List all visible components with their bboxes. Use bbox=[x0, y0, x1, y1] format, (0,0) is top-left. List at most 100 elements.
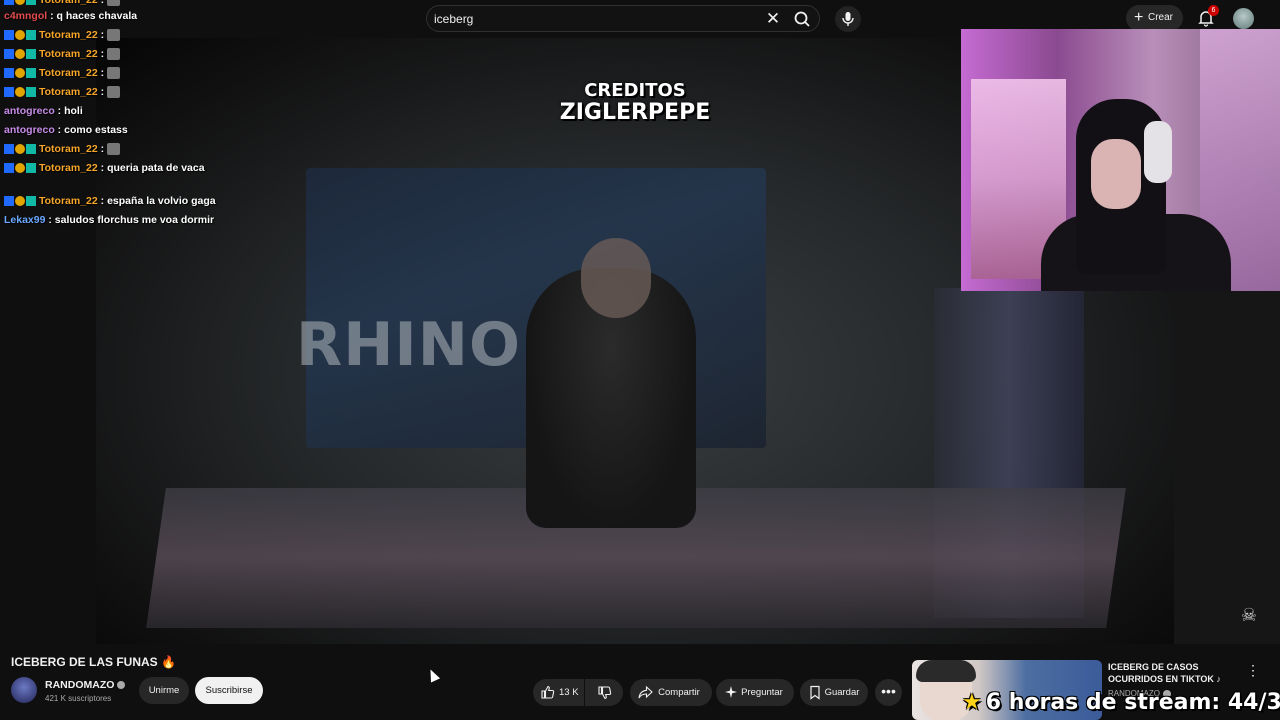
chat-emote-icon bbox=[107, 143, 121, 156]
video-banner-text: RHINO bbox=[296, 310, 521, 380]
chat-badge-icon bbox=[15, 68, 25, 79]
chat-badges bbox=[4, 195, 37, 207]
chat-separator: : bbox=[97, 29, 105, 41]
dislike-button[interactable] bbox=[585, 679, 623, 706]
chat-badge-icon bbox=[26, 196, 36, 207]
chat-message: antogreco : como estass bbox=[4, 124, 128, 136]
plus-icon: + bbox=[1134, 9, 1144, 26]
chat-message-text: españa la volvio gaga bbox=[107, 195, 216, 207]
bookmark-icon bbox=[810, 685, 820, 700]
chat-badges bbox=[4, 48, 37, 60]
chat-badge-icon bbox=[15, 163, 25, 174]
related-video-title[interactable]: ICEBERG DE CASOS OCURRIDOS EN TIKTOK ♪ bbox=[1108, 661, 1238, 685]
notifications-bell-icon[interactable]: 6 bbox=[1196, 5, 1219, 28]
chat-badge-icon bbox=[4, 163, 14, 174]
chat-emote-icon bbox=[107, 48, 121, 61]
save-label: Guardar bbox=[824, 687, 860, 698]
chat-emote-icon bbox=[107, 86, 121, 99]
save-button[interactable]: Guardar bbox=[800, 679, 868, 706]
search-box[interactable]: ✕ bbox=[426, 5, 820, 32]
chat-username[interactable]: Lekax99 bbox=[4, 214, 45, 226]
chat-username[interactable]: Totoram_22 bbox=[39, 86, 98, 98]
chat-username[interactable]: Totoram_22 bbox=[39, 67, 98, 79]
channel-avatar[interactable] bbox=[11, 677, 37, 703]
chat-badge-icon bbox=[4, 87, 14, 98]
chat-badges bbox=[4, 162, 37, 174]
chat-username[interactable]: antogreco bbox=[4, 124, 55, 136]
chat-username[interactable]: Totoram_22 bbox=[39, 29, 98, 41]
chat-badge-icon bbox=[15, 196, 25, 207]
chat-message: Totoram_22 : bbox=[4, 0, 121, 7]
chat-badges bbox=[4, 67, 37, 79]
chat-badge-icon bbox=[15, 49, 25, 60]
channel-name-row[interactable]: RANDOMAZO bbox=[45, 679, 126, 691]
sparkle-icon bbox=[725, 686, 737, 698]
search-icon[interactable] bbox=[791, 9, 813, 29]
thumbs-down-icon bbox=[598, 686, 612, 700]
chat-badges bbox=[4, 143, 37, 155]
user-avatar[interactable] bbox=[1233, 8, 1254, 29]
chat-badges bbox=[4, 29, 37, 41]
clear-search-icon[interactable]: ✕ bbox=[763, 9, 783, 29]
chat-message-text: holi bbox=[64, 105, 83, 117]
subscribe-button[interactable]: Suscribirse bbox=[195, 677, 263, 704]
webcam-headphones bbox=[1144, 121, 1172, 183]
chat-message: Totoram_22 : bbox=[4, 29, 121, 42]
join-button[interactable]: Unirme bbox=[139, 677, 189, 704]
chat-username[interactable]: Totoram_22 bbox=[39, 143, 98, 155]
ask-button[interactable]: Preguntar bbox=[716, 679, 794, 706]
thumbnail-hair bbox=[916, 660, 976, 682]
chat-message: Totoram_22 : bbox=[4, 86, 121, 99]
chat-username[interactable]: Totoram_22 bbox=[39, 0, 98, 6]
chat-message-text: como estass bbox=[64, 124, 128, 136]
chat-separator: : bbox=[45, 214, 52, 226]
chat-separator: : bbox=[97, 67, 105, 79]
chat-badge-icon bbox=[26, 49, 36, 60]
microphone-icon[interactable] bbox=[835, 6, 861, 32]
chat-username[interactable]: c4mngol bbox=[4, 10, 47, 22]
chat-separator: : bbox=[97, 0, 105, 6]
chat-message: Totoram_22 : bbox=[4, 48, 121, 61]
stream-chat-overlay: Totoram_22 : c4mngol : q haces chavala Tot… bbox=[0, 0, 230, 240]
share-label: Compartir bbox=[658, 687, 700, 698]
chat-message: Totoram_22 : bbox=[4, 143, 121, 156]
chat-separator: : bbox=[97, 143, 105, 155]
chat-badge-icon bbox=[26, 87, 36, 98]
star-icon: ★ bbox=[962, 690, 982, 715]
chat-badge-icon bbox=[15, 144, 25, 155]
chat-username[interactable]: Totoram_22 bbox=[39, 195, 98, 207]
create-button-label: Crear bbox=[1148, 12, 1174, 23]
notifications-badge: 6 bbox=[1208, 5, 1219, 16]
stream-goal-text: 6 horas de stream: 44/30 bbox=[985, 690, 1280, 715]
chat-message: Totoram_22 : españa la volvio gaga bbox=[4, 195, 216, 207]
share-button[interactable]: Compartir bbox=[630, 679, 712, 706]
chat-message-text: q haces chavala bbox=[56, 10, 138, 22]
chat-username[interactable]: antogreco bbox=[4, 105, 55, 117]
share-icon bbox=[638, 685, 653, 699]
related-more-icon[interactable]: ⋮ bbox=[1246, 662, 1260, 678]
chat-emote-icon bbox=[107, 0, 121, 7]
more-actions-button[interactable]: ••• bbox=[875, 679, 902, 706]
webcam-person-face bbox=[1091, 139, 1141, 209]
chat-badge-icon bbox=[15, 0, 25, 6]
chat-badge-icon bbox=[4, 144, 14, 155]
chat-message-text: saludos florchus me voa dormir bbox=[54, 214, 215, 226]
create-button[interactable]: + Crear bbox=[1126, 5, 1183, 31]
chat-badge-icon bbox=[4, 0, 14, 6]
chat-username[interactable]: Totoram_22 bbox=[39, 48, 98, 60]
chat-badge-icon bbox=[26, 163, 36, 174]
channel-name[interactable]: RANDOMAZO bbox=[45, 679, 114, 691]
channel-watermark-icon[interactable]: ☠ bbox=[1238, 604, 1260, 626]
chat-emote-icon bbox=[107, 29, 121, 42]
chat-username[interactable]: Totoram_22 bbox=[39, 162, 98, 174]
chat-badges bbox=[4, 86, 37, 98]
chat-badge-icon bbox=[26, 30, 36, 41]
chat-separator: : bbox=[97, 48, 105, 60]
chat-badge-icon bbox=[26, 68, 36, 79]
search-input[interactable] bbox=[434, 10, 754, 28]
chat-emote-icon bbox=[107, 67, 121, 80]
chat-message: c4mngol : q haces chavala bbox=[4, 10, 137, 22]
chat-message: Totoram_22 : queria pata de vaca bbox=[4, 162, 205, 174]
like-button[interactable]: 13 K bbox=[533, 679, 584, 706]
chat-badge-icon bbox=[26, 144, 36, 155]
